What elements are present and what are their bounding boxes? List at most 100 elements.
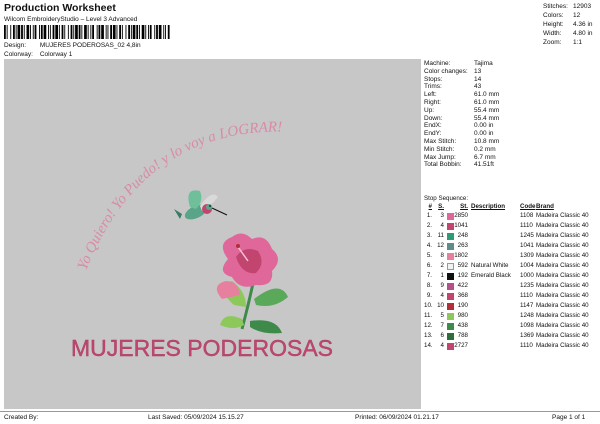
row-description: Emerald Black — [471, 272, 511, 279]
row-number: 7. — [426, 272, 432, 279]
row-number: 1. — [426, 212, 432, 219]
row-stitches: 248 — [457, 232, 468, 239]
row-stitches: 263 — [457, 242, 468, 249]
table-row: 4. 12 263 1041 Madeira Classic 40 — [424, 241, 600, 251]
row-s: 4 — [440, 222, 444, 229]
info-right: Right: 61.0 mm — [424, 98, 500, 106]
color-swatch — [447, 312, 454, 320]
row-code: 1369 — [520, 332, 534, 339]
barcode-image — [4, 25, 170, 39]
colorway-label: Colorway: — [4, 51, 33, 58]
table-row: 13. 6 788 1369 Madeira Classic 40 — [424, 331, 600, 341]
row-code: 1147 — [520, 302, 534, 309]
row-brand: Madeira Classic 40 — [536, 252, 589, 259]
row-number: 10. — [424, 302, 433, 309]
row-code: 1041 — [520, 242, 534, 249]
info-total-bobbin: Total Bobbin: 41.51ft — [424, 161, 494, 169]
stop-sequence-title: Stop Sequence: — [424, 195, 469, 202]
row-stitches: 422 — [457, 282, 468, 289]
row-brand: Madeira Classic 40 — [536, 262, 589, 269]
table-row: 14. 4 2727 1110 Madeira Classic 40 — [424, 341, 600, 351]
row-number: 13. — [424, 332, 433, 339]
row-s: 3 — [440, 212, 444, 219]
header-number: # — [428, 203, 432, 210]
design-value: MUJERES PODEROSAS_02 4,8in — [39, 42, 141, 49]
row-code: 1110 — [520, 342, 533, 349]
table-row: 5. 8 1802 1309 Madeira Classic 40 — [424, 251, 600, 261]
row-code: 1004 — [520, 262, 534, 269]
row-number: 2. — [426, 222, 432, 229]
table-row: 9. 4 368 1110 Madeira Classic 40 — [424, 291, 600, 301]
title-mujeres-poderosas: MUJERES PODEROSAS — [71, 335, 333, 361]
row-s: 4 — [440, 292, 444, 299]
row-code: 1235 — [520, 282, 534, 289]
color-swatch — [447, 332, 454, 340]
row-stitches: 2727 — [454, 342, 468, 349]
info-left: Left: 61.0 mm — [424, 91, 500, 99]
row-brand: Madeira Classic 40 — [536, 282, 589, 289]
row-brand: Madeira Classic 40 — [536, 302, 589, 309]
color-swatch — [447, 232, 454, 240]
row-stitches: 190 — [457, 302, 468, 309]
stat-height: Height: 4.36 in — [543, 21, 593, 28]
row-number: 9. — [426, 292, 432, 299]
row-s: 12 — [437, 242, 444, 249]
color-swatch — [447, 282, 454, 290]
row-brand: Madeira Classic 40 — [536, 232, 589, 239]
row-stitches: 980 — [457, 312, 468, 319]
row-s: 2 — [440, 262, 444, 269]
info-color-changes: Color changes: 13 — [424, 67, 482, 75]
stat-width: Width: 4.80 in — [543, 30, 593, 37]
design-stats: Stitches: 12903 Colors: 12 Height: 4.36 in … — [543, 2, 599, 47]
info-max-stitch: Max Stitch: 10.8 mm — [424, 137, 500, 145]
color-swatch — [447, 222, 454, 230]
stop-sequence-header: # S. St. Description Code Brand — [424, 203, 600, 211]
hibiscus-flower-icon — [216, 233, 288, 334]
row-number: 3. — [426, 232, 432, 239]
row-number: 6. — [426, 262, 432, 269]
color-swatch — [447, 252, 454, 260]
table-row: 3. 11 248 1245 Madeira Classic 40 — [424, 231, 600, 241]
info-stops: Stops: 14 — [424, 75, 482, 83]
row-stitches: 368 — [457, 292, 468, 299]
page-title: Production Worksheet — [4, 2, 116, 14]
row-s: 7 — [440, 322, 444, 329]
row-code: 1248 — [520, 312, 534, 319]
table-row: 6. 2 592 Natural White 1004 Madeira Classic 4… — [424, 261, 600, 271]
info-endy: EndY: 0.00 in — [424, 130, 494, 138]
color-swatch — [447, 342, 454, 350]
printed-date: Printed: 06/09/2024 01.21.17 — [355, 414, 439, 421]
row-code: 1309 — [520, 252, 534, 259]
stat-stitches: Stitches: 12903 — [543, 3, 592, 10]
row-stitches: 2850 — [454, 212, 468, 219]
table-row: 2. 4 1041 1110 Madeira Classic 40 — [424, 221, 600, 231]
row-stitches: 1041 — [454, 222, 468, 229]
row-number: 5. — [426, 252, 432, 259]
row-brand: Madeira Classic 40 — [536, 212, 589, 219]
info-down: Down: 55.4 mm — [424, 114, 500, 122]
row-code: 1110 — [520, 292, 533, 299]
colorway-row: Colorway: Colorway 1 — [4, 51, 72, 58]
row-brand: Madeira Classic 40 — [536, 312, 589, 319]
table-row: 10. 10 190 1147 Madeira Classic 40 — [424, 301, 600, 311]
row-brand: Madeira Classic 40 — [536, 242, 589, 249]
row-s: 9 — [440, 282, 444, 289]
table-row: 11. 5 980 1248 Madeira Classic 40 — [424, 311, 600, 321]
row-code: 1245 — [520, 232, 534, 239]
color-swatch — [447, 322, 454, 330]
machine-info: Machine: Tajima Color changes: 13 Stops: 14… — [424, 60, 600, 169]
row-brand: Madeira Classic 40 — [536, 222, 589, 229]
color-swatch — [447, 242, 454, 250]
stat-colors: Colors: 12 — [543, 12, 581, 19]
stop-sequence-table: Stop Sequence: # S. St. Description Code… — [424, 195, 600, 351]
row-stitches: 438 — [457, 322, 468, 329]
color-swatch — [447, 302, 454, 310]
stat-zoom: Zoom: 1:1 — [543, 39, 583, 46]
row-brand: Madeira Classic 40 — [536, 332, 589, 339]
row-number: 11. — [424, 312, 433, 319]
header-s: S. — [438, 203, 444, 210]
worksheet-header: Production Worksheet Wilcom EmbroiderySt… — [0, 0, 600, 60]
row-code: 1000 — [520, 272, 534, 279]
row-s: 10 — [437, 302, 444, 309]
table-row: 1. 3 2850 1108 Madeira Classic 40 — [424, 211, 600, 221]
